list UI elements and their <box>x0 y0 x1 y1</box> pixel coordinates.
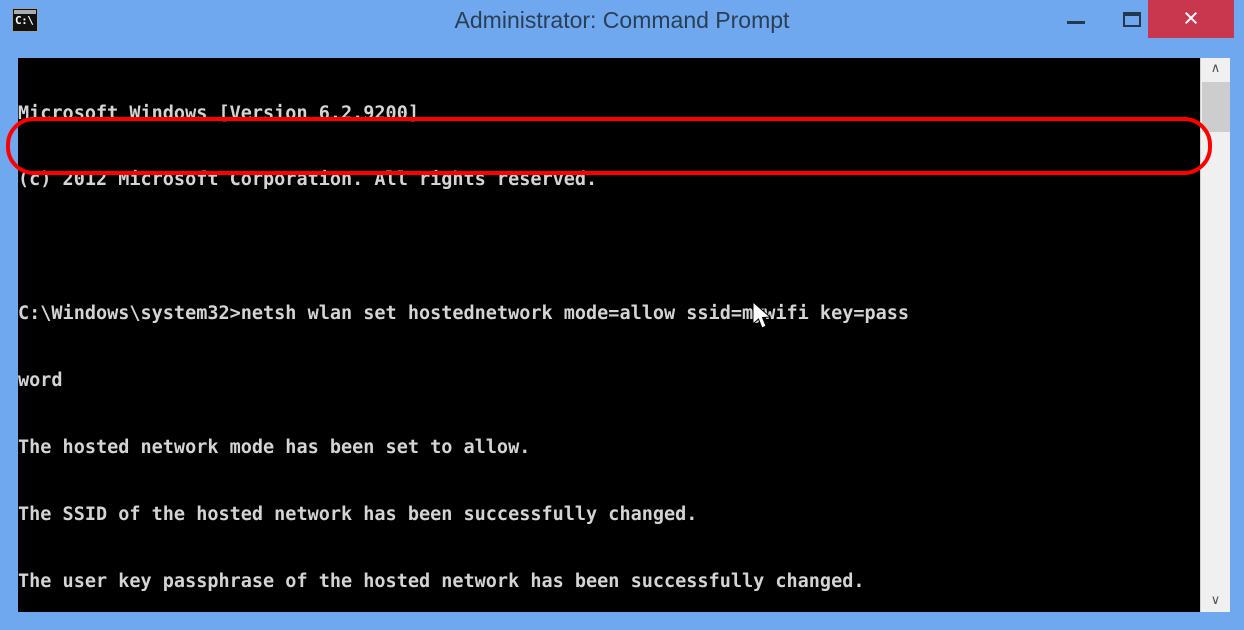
console-text-buffer: Microsoft Windows [Version 6.2.9200] (c)… <box>18 58 1198 612</box>
command-prompt-window: C:\ Administrator: Command Prompt × Micr… <box>0 0 1244 630</box>
scrollbar-track[interactable] <box>1201 80 1230 590</box>
close-icon: × <box>1183 3 1199 33</box>
scroll-down-arrow-icon[interactable]: ∨ <box>1201 590 1230 612</box>
maximize-icon <box>1123 12 1141 27</box>
title-bar[interactable]: C:\ Administrator: Command Prompt × <box>0 0 1244 40</box>
console-line-command: C:\Windows\system32>netsh wlan set hoste… <box>18 303 910 325</box>
command-prompt-icon[interactable]: C:\ <box>12 8 38 32</box>
console-line: Microsoft Windows [Version 6.2.9200] <box>18 102 419 124</box>
icon-prompt-text: C:\ <box>15 14 34 27</box>
scroll-up-arrow-icon[interactable]: ∧ <box>1201 58 1230 80</box>
console-line-command-wrap: word <box>18 370 63 392</box>
console-line: The SSID of the hosted network has been … <box>18 503 698 525</box>
console-line: (c) 2012 Microsoft Corporation. All righ… <box>18 169 598 191</box>
minimize-icon <box>1067 21 1085 24</box>
minimize-button[interactable] <box>1048 0 1104 38</box>
close-button[interactable]: × <box>1148 0 1234 38</box>
console-line: The user key passphrase of the hosted ne… <box>18 570 865 592</box>
console-output-area[interactable]: Microsoft Windows [Version 6.2.9200] (c)… <box>14 58 1230 612</box>
console-line: The hosted network mode has been set to … <box>18 437 531 459</box>
scrollbar-thumb[interactable] <box>1202 82 1230 132</box>
console-scrollbar[interactable]: ∧ ∨ <box>1200 58 1230 612</box>
